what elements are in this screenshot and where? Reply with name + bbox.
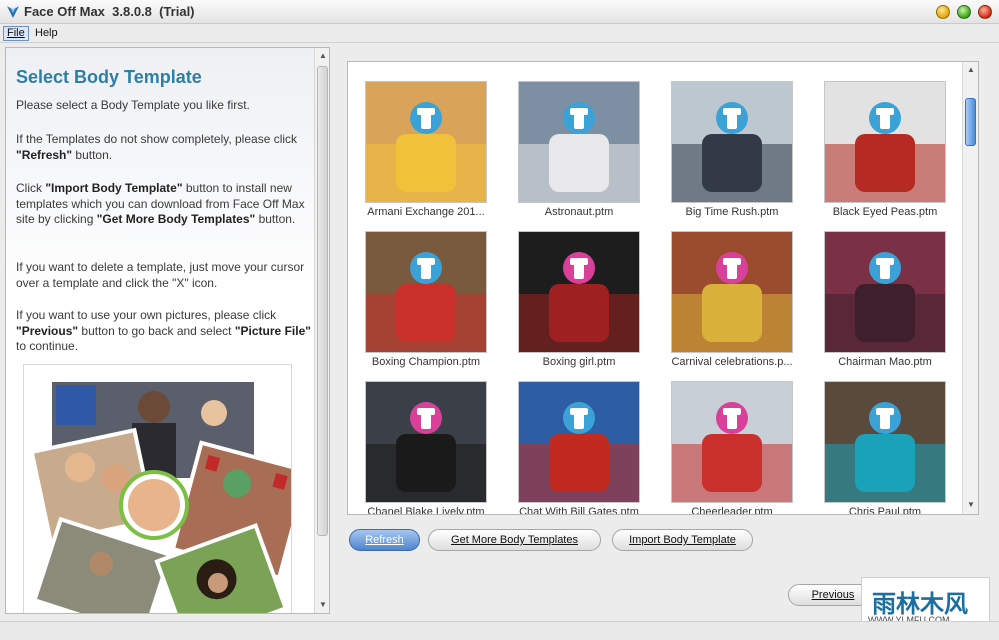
template-name: Boxing Champion.ptm: [371, 356, 481, 368]
instruction-pane: Select Body Template Please select a Bod…: [5, 47, 330, 614]
template-name: Astronaut.ptm: [544, 206, 614, 218]
template-name: Chairman Mao.ptm: [838, 356, 932, 368]
import-template-button[interactable]: Import Body Template: [612, 529, 753, 551]
instruction-scrollbar[interactable]: ▲ ▼: [314, 48, 329, 613]
face-mask-icon: [410, 102, 442, 134]
template-tile[interactable]: Boxing girl.ptm: [518, 231, 640, 371]
menu-bar: File Help: [0, 24, 999, 43]
template-name: Boxing girl.ptm: [542, 356, 616, 368]
scroll-up-icon[interactable]: ▲: [319, 51, 327, 60]
face-mask-icon: [716, 252, 748, 284]
delete-help-text: If you want to delete a template, just m…: [16, 260, 305, 290]
refresh-button[interactable]: Refresh: [349, 529, 420, 551]
template-tile[interactable]: Cheerleader.ptm: [671, 381, 793, 514]
template-name: Carnival celebrations.p...: [671, 356, 793, 368]
app-icon: [7, 6, 19, 18]
import-help-text: Click "Import Body Template" button to i…: [16, 181, 305, 226]
template-name: Black Eyed Peas.ptm: [832, 206, 938, 218]
minimize-button[interactable]: [936, 5, 950, 19]
scroll-thumb[interactable]: [317, 66, 328, 536]
menu-file[interactable]: File: [3, 26, 29, 41]
template-name: Chat With Bill Gates.ptm: [519, 506, 639, 515]
template-name: Big Time Rush.ptm: [685, 206, 779, 218]
window-title: Face Off Max 3.8.0.8 (Trial): [24, 4, 195, 19]
template-thumbnail[interactable]: [518, 231, 640, 353]
template-grid: Armani Exchange 201... Astronaut.ptm Big T…: [347, 61, 979, 515]
template-name: Chris Paul.ptm: [848, 506, 922, 515]
face-mask-icon: [563, 252, 595, 284]
template-thumbnail[interactable]: [824, 381, 946, 503]
template-thumbnail[interactable]: [671, 381, 793, 503]
template-tile[interactable]: Boxing Champion.ptm: [365, 231, 487, 371]
face-mask-icon: [410, 252, 442, 284]
watermark-text: 雨林木风: [872, 591, 968, 618]
face-mask-icon: [563, 102, 595, 134]
template-tile[interactable]: Chris Paul.ptm: [824, 381, 946, 514]
face-mask-icon: [716, 402, 748, 434]
face-mask-icon: [869, 252, 901, 284]
template-thumbnail[interactable]: [671, 81, 793, 203]
template-thumbnail[interactable]: [824, 81, 946, 203]
template-name: Cheerleader.ptm: [691, 506, 773, 515]
face-mask-icon: [716, 102, 748, 134]
template-tile[interactable]: Chanel Blake Lively.ptm: [365, 381, 487, 514]
scroll-up-icon[interactable]: ▲: [967, 65, 975, 74]
face-mask-icon: [410, 402, 442, 434]
template-tile[interactable]: Astronaut.ptm: [518, 81, 640, 221]
scroll-down-icon[interactable]: ▼: [319, 600, 327, 609]
template-thumbnail[interactable]: [518, 81, 640, 203]
template-name: Chanel Blake Lively.ptm: [367, 506, 485, 515]
close-button[interactable]: [978, 5, 992, 19]
template-thumbnail[interactable]: [824, 231, 946, 353]
template-tile[interactable]: Chairman Mao.ptm: [824, 231, 946, 371]
template-thumbnail[interactable]: [518, 381, 640, 503]
template-tile[interactable]: Carnival celebrations.p...: [671, 231, 793, 371]
sample-collage-image: [23, 364, 292, 613]
template-name: Armani Exchange 201...: [367, 206, 485, 218]
intro-text: Please select a Body Template you like f…: [16, 98, 250, 112]
template-thumbnail[interactable]: [365, 231, 487, 353]
grid-scrollbar[interactable]: ▲ ▼: [962, 62, 978, 514]
scroll-down-icon[interactable]: ▼: [967, 500, 975, 509]
template-thumbnail[interactable]: [671, 231, 793, 353]
scroll-thumb[interactable]: [965, 98, 976, 146]
template-tile[interactable]: Big Time Rush.ptm: [671, 81, 793, 221]
status-bar: [0, 621, 999, 640]
maximize-button[interactable]: [957, 5, 971, 19]
refresh-help-text: If the Templates do not show completely,…: [16, 132, 298, 162]
face-mask-icon: [869, 402, 901, 434]
template-tile[interactable]: Black Eyed Peas.ptm: [824, 81, 946, 221]
face-mask-icon: [563, 402, 595, 434]
own-pictures-help-text: If you want to use your own pictures, pl…: [16, 308, 311, 353]
instruction-content: Select Body Template Please select a Bod…: [6, 48, 314, 613]
get-more-templates-button[interactable]: Get More Body Templates: [428, 529, 601, 551]
template-tile[interactable]: Armani Exchange 201...: [365, 81, 487, 221]
menu-help[interactable]: Help: [32, 26, 61, 41]
template-tile[interactable]: Chat With Bill Gates.ptm: [518, 381, 640, 514]
template-thumbnail[interactable]: [365, 81, 487, 203]
title-bar: Face Off Max 3.8.0.8 (Trial): [0, 0, 999, 24]
face-mask-icon: [869, 102, 901, 134]
template-thumbnail[interactable]: [365, 381, 487, 503]
panel-title: Select Body Template: [16, 67, 202, 87]
